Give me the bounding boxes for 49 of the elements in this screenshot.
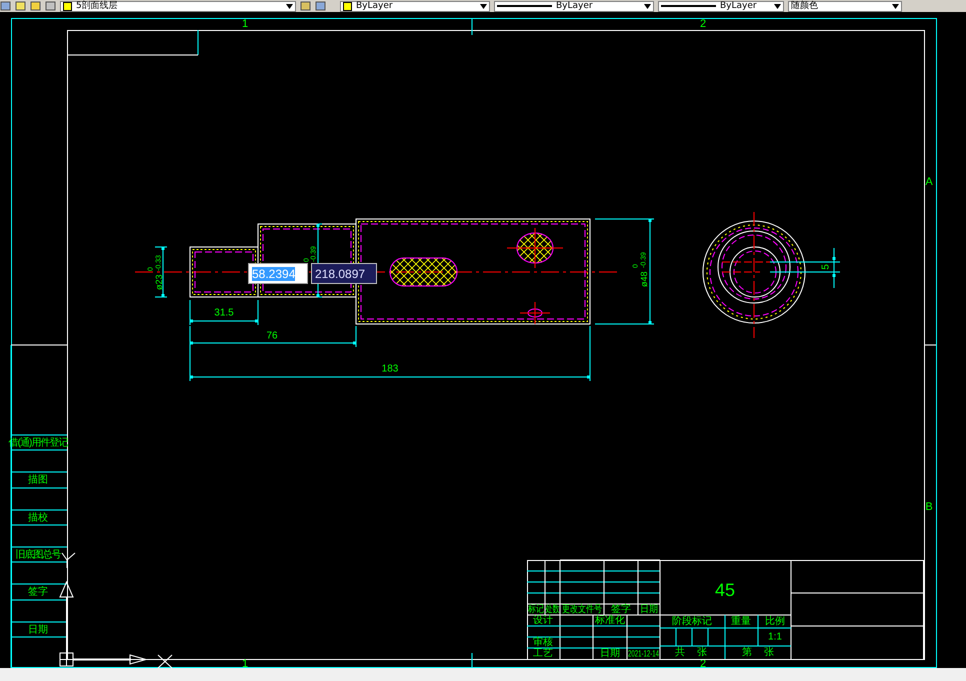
color-dropdown[interactable]: ByLayer: [340, 0, 490, 12]
label-text: 标准化: [595, 615, 625, 626]
dimension-text: 183: [382, 364, 398, 374]
dimension-text: 31.5: [214, 308, 234, 318]
label-text: 审核: [533, 637, 553, 648]
label-text: 比例: [765, 616, 785, 627]
label-text: 日期: [640, 604, 660, 615]
label-text: 日期: [600, 648, 620, 659]
label-text: 工艺: [533, 648, 553, 659]
dimension-text: ø48: [639, 271, 649, 287]
dimension-text: 76: [266, 330, 278, 342]
label-text: 描校: [28, 512, 48, 524]
dropdown-arrow-icon: [644, 4, 651, 8]
zone-label: 1: [242, 18, 248, 30]
layer-dropdown[interactable]: 5剖面线层: [60, 0, 296, 12]
label-text: 第: [742, 647, 752, 658]
zone-label: 2: [700, 18, 706, 30]
label-text: 签字: [28, 586, 48, 598]
dimension-line: [770, 248, 840, 288]
label-text: 描图: [28, 474, 48, 486]
label-text: 旧底图总号: [16, 550, 60, 560]
label-text: 签字: [611, 604, 631, 615]
material-text: 45: [714, 580, 736, 600]
ucs-icon: [59, 552, 172, 668]
date-text: 2021-12-14: [628, 648, 674, 658]
dropdown-arrow-icon: [774, 4, 781, 8]
plot-style-dropdown[interactable]: 随颜色: [788, 0, 902, 12]
label-text: 阶段标记: [672, 616, 712, 627]
zone-label: 1: [242, 658, 248, 668]
dropdown-arrow-icon: [892, 4, 899, 8]
dimension-line: [154, 246, 168, 298]
linetype-dropdown[interactable]: ByLayer: [494, 0, 654, 12]
label-text: 张: [697, 647, 707, 658]
label-text: 张: [764, 647, 774, 658]
coordinate-input[interactable]: 218.0897: [311, 263, 377, 284]
line-sample-icon: [661, 5, 716, 7]
dimension-text: 5: [820, 264, 832, 270]
dropdown-arrow-icon: [480, 4, 487, 8]
label-text: 设计: [533, 615, 553, 626]
line-sample-icon: [497, 5, 552, 7]
label-text: 共: [675, 647, 685, 658]
label-text: 重量: [731, 616, 751, 627]
zone-label: A: [925, 176, 933, 188]
dimension-text: ø23: [154, 274, 164, 290]
zone-label: B: [925, 501, 933, 513]
label-text: 日期: [28, 624, 48, 636]
lineweight-dropdown[interactable]: ByLayer: [658, 0, 784, 12]
scale-text: 1:1: [768, 632, 782, 642]
dropdown-arrow-icon: [286, 4, 293, 8]
